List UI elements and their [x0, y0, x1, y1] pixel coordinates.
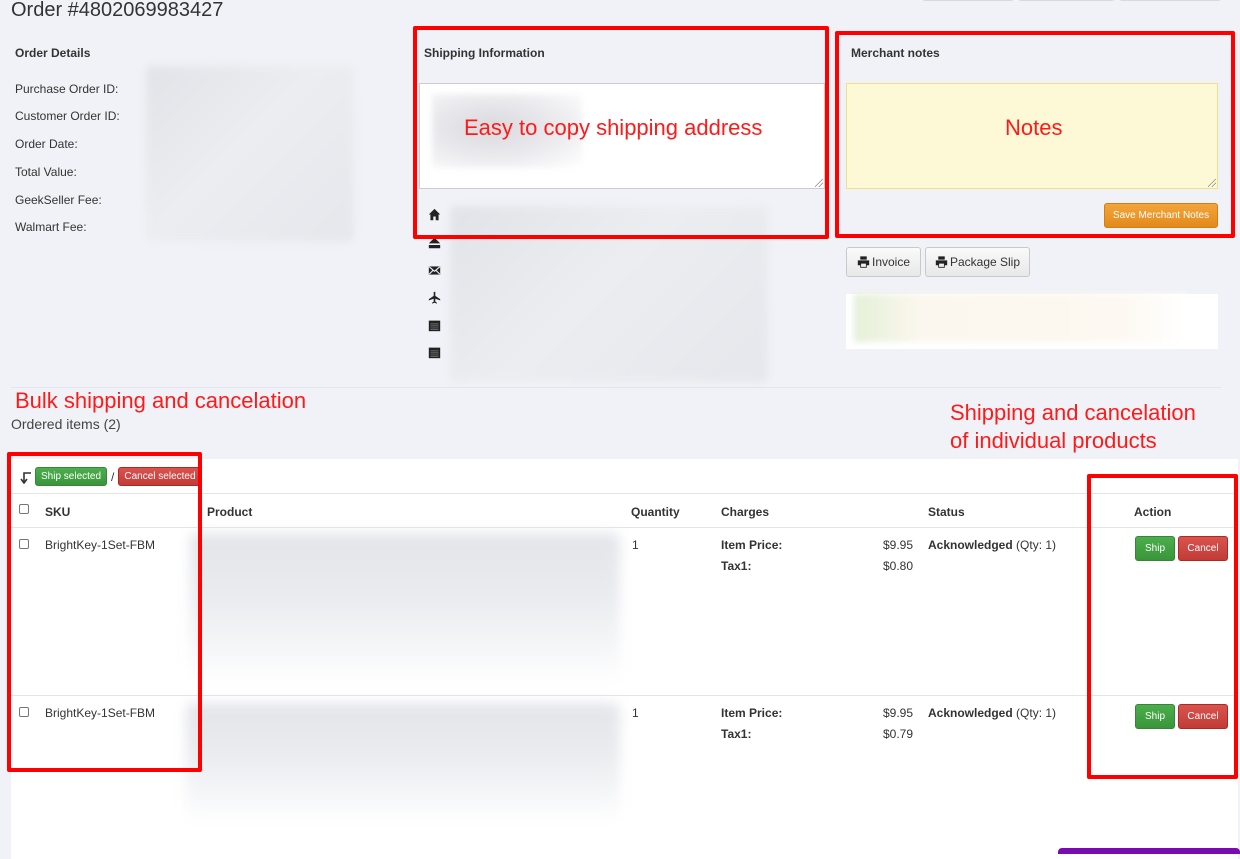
envelope-icon — [427, 264, 441, 278]
tax-value: $0.80 — [882, 559, 913, 573]
eject-icon — [427, 236, 441, 250]
invoice-button[interactable]: Invoice — [846, 247, 921, 277]
walmart-fee-label: Walmart Fee: — [15, 220, 87, 234]
cancel-button[interactable]: Cancel — [1178, 536, 1228, 561]
invoice-label: Invoice — [871, 255, 911, 269]
package-slip-button[interactable]: Package Slip — [925, 247, 1030, 277]
status-text: Acknowledged — [928, 538, 1013, 552]
product-redacted — [190, 533, 620, 685]
order-details-title: Order Details — [15, 46, 91, 60]
ship-button[interactable]: Ship — [1135, 536, 1175, 561]
table-divider — [11, 695, 1238, 696]
arrow-down-left-icon — [20, 471, 31, 484]
item-price-label: Item Price: — [721, 538, 783, 552]
column-header-quantity: Quantity — [631, 505, 680, 519]
customer-order-id-label: Customer Order ID: — [15, 109, 120, 123]
row-status: Acknowledged (Qty: 1) — [928, 538, 1056, 552]
annotation-bulk: Bulk shipping and cancelation — [15, 388, 307, 413]
order-date-label: Order Date: — [15, 137, 78, 151]
status-qty: (Qty: 1) — [1016, 706, 1057, 720]
status-qty: (Qty: 1) — [1016, 538, 1057, 552]
home-icon — [427, 208, 441, 222]
plane-icon — [427, 291, 441, 305]
calendar-icon — [427, 319, 441, 333]
column-header-sku: SKU — [45, 505, 71, 519]
column-header-action: Action — [1134, 505, 1172, 519]
cancel-selected-button[interactable]: Cancel selected — [118, 467, 202, 486]
floating-widget[interactable] — [1058, 848, 1240, 854]
ship-selected-button[interactable]: Ship selected — [35, 467, 108, 486]
save-merchant-notes-button[interactable]: Save Merchant Notes — [1104, 203, 1218, 228]
calendar-icon — [427, 346, 441, 360]
status-text: Acknowledged — [928, 706, 1013, 720]
top-toolbar-button[interactable] — [1119, 0, 1221, 1]
annotation-individual-line2: of individual products — [950, 428, 1157, 453]
geekseller-fee-label: GeekSeller Fee: — [15, 193, 102, 207]
item-price-value: $9.95 — [882, 538, 913, 552]
shipping-info-title: Shipping Information — [424, 46, 545, 60]
purchase-order-id-label: Purchase Order ID: — [15, 82, 119, 96]
ship-button[interactable]: Ship — [1135, 704, 1175, 729]
column-header-product: Product — [207, 505, 253, 519]
item-price-label: Item Price: — [721, 706, 783, 720]
row-checkbox[interactable] — [19, 707, 29, 717]
merchant-notes-title: Merchant notes — [851, 46, 940, 60]
cancel-button[interactable]: Cancel — [1178, 704, 1228, 729]
tax-label: Tax1: — [721, 559, 752, 573]
item-price-value: $9.95 — [882, 706, 913, 720]
row-quantity: 1 — [632, 706, 639, 720]
tax-label: Tax1: — [721, 727, 752, 741]
total-value-label: Total Value: — [15, 165, 77, 179]
order-title: Order #4802069983427 — [11, 0, 224, 21]
printer-icon — [857, 256, 870, 268]
product-redacted — [186, 703, 620, 823]
separator: / — [111, 469, 115, 484]
resize-handle[interactable] — [815, 179, 823, 187]
table-divider — [11, 527, 1238, 528]
column-header-status: Status — [928, 505, 965, 519]
top-toolbar-button[interactable] — [1018, 0, 1115, 1]
top-toolbar-button[interactable] — [922, 0, 1014, 1]
row-checkbox[interactable] — [19, 539, 29, 549]
order-status-redacted — [854, 294, 1186, 342]
row-quantity: 1 — [632, 538, 639, 552]
bulk-actions: Ship selected / Cancel selected — [20, 467, 202, 486]
resize-handle[interactable] — [1208, 179, 1216, 187]
package-slip-label: Package Slip — [949, 255, 1021, 269]
ordered-items-title: Ordered items (2) — [11, 416, 121, 432]
column-header-charges: Charges — [721, 505, 770, 519]
printer-icon — [935, 256, 948, 268]
row-sku: BrightKey-1Set-FBM — [45, 538, 156, 552]
table-divider — [11, 493, 1238, 494]
annotation-individual-line1: Shipping and cancelation — [950, 400, 1196, 425]
order-details-values-redacted — [146, 66, 354, 242]
shipping-details-redacted — [450, 206, 768, 382]
row-sku: BrightKey-1Set-FBM — [45, 706, 156, 720]
row-status: Acknowledged (Qty: 1) — [928, 706, 1056, 720]
order-status-box — [846, 294, 1218, 349]
tax-value: $0.79 — [882, 727, 913, 741]
select-all-checkbox[interactable] — [19, 504, 29, 514]
annotation-shipping: Easy to copy shipping address — [464, 115, 763, 140]
annotation-notes: Notes — [1005, 115, 1063, 140]
